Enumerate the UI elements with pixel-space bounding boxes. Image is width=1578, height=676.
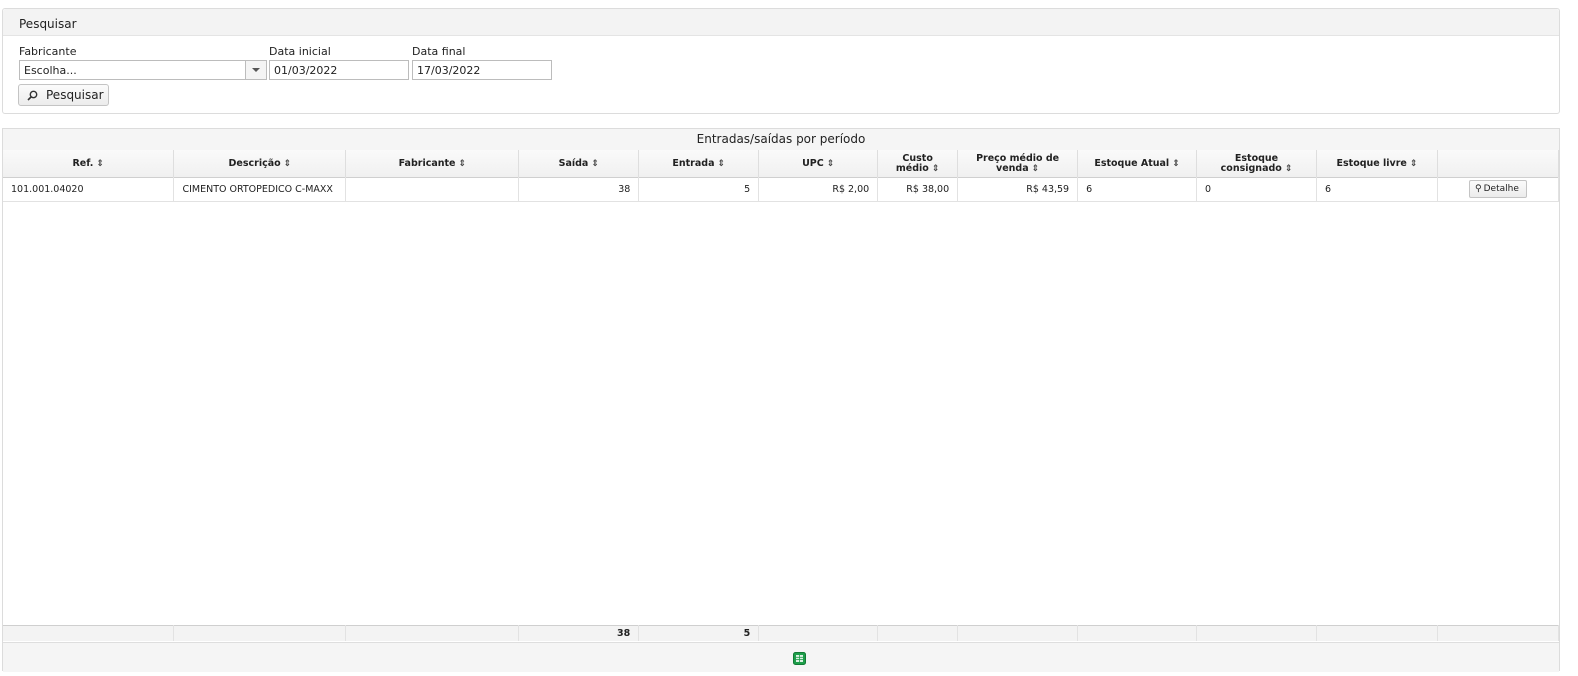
cell-actions: ⚲ Detalhe (1437, 177, 1560, 202)
column-header-upc[interactable]: UPC ⇕ (758, 150, 879, 178)
sort-icon: ⇕ (717, 158, 726, 169)
search-panel-title: Pesquisar (19, 17, 77, 31)
grid-caption: Entradas/saídas por período (3, 129, 1559, 151)
sort-icon: ⇕ (1172, 158, 1180, 169)
column-header-preco-medio[interactable]: Preço médio de venda ⇕ (957, 150, 1079, 178)
column-header-estoque-livre[interactable]: Estoque livre ⇕ (1316, 150, 1438, 178)
column-header-actions (1437, 150, 1560, 178)
movement-grid: Entradas/saídas por período Ref. ⇕ Descri… (2, 128, 1560, 672)
search-button-label: Pesquisar (46, 88, 104, 102)
column-header-custo-medio[interactable]: Custo médio ⇕ (877, 150, 959, 178)
total-entrada: 5 (638, 625, 760, 641)
column-header-estoque-consignado[interactable]: Estoque consignado ⇕ (1196, 150, 1317, 178)
sort-icon: ⇕ (1284, 163, 1293, 174)
search-icon: ⚲ (1475, 184, 1482, 194)
search-panel: Pesquisar Fabricante Data inicial Data f… (2, 8, 1560, 114)
sort-icon: ⇕ (591, 158, 599, 169)
start-date-value: 01/03/2022 (274, 64, 338, 77)
sort-icon: ⇕ (931, 163, 940, 174)
cell-preco-medio: R$ 43,59 (957, 177, 1079, 202)
manufacturer-select-value: Escolha... (24, 64, 77, 77)
end-date-label: Data final (412, 45, 466, 58)
column-header-descricao[interactable]: Descrição ⇕ (173, 150, 347, 178)
column-header-estoque-atual[interactable]: Estoque Atual ⇕ (1077, 150, 1198, 178)
detail-button[interactable]: ⚲ Detalhe (1469, 180, 1527, 198)
cell-descricao: CIMENTO ORTOPEDICO C-MAXX (173, 177, 347, 202)
start-date-input[interactable]: 01/03/2022 (269, 60, 409, 80)
table-row[interactable]: 101.001.04020 CIMENTO ORTOPEDICO C-MAXX … (3, 177, 1560, 202)
excel-export-icon[interactable] (793, 652, 806, 665)
end-date-input[interactable]: 17/03/2022 (412, 60, 552, 80)
sort-icon: ⇕ (96, 158, 104, 169)
column-header-ref[interactable]: Ref. ⇕ (3, 150, 175, 178)
search-icon (27, 90, 38, 101)
manufacturer-dropdown-trigger[interactable] (245, 61, 266, 79)
manufacturer-label: Fabricante (19, 45, 77, 58)
grid-footer: 38 5 (3, 625, 1560, 641)
detail-button-label: Detalhe (1483, 184, 1519, 194)
cell-estoque-livre: 6 (1316, 177, 1438, 202)
total-saida: 38 (518, 625, 640, 641)
chevron-down-icon (252, 68, 260, 72)
grid-pager (3, 642, 1559, 672)
manufacturer-select[interactable]: Escolha... (19, 60, 267, 80)
grid-body: 101.001.04020 CIMENTO ORTOPEDICO C-MAXX … (3, 177, 1560, 202)
column-header-fabricante[interactable]: Fabricante ⇕ (345, 150, 520, 178)
cell-entrada: 5 (638, 177, 760, 202)
cell-saida: 38 (518, 177, 640, 202)
search-panel-header (3, 9, 1559, 36)
cell-ref: 101.001.04020 (3, 177, 175, 202)
summary-row: 38 5 (3, 625, 1560, 641)
cell-custo-medio: R$ 38,00 (877, 177, 959, 202)
sort-icon: ⇕ (1409, 158, 1418, 169)
search-button[interactable]: Pesquisar (18, 84, 109, 106)
sort-icon: ⇕ (283, 158, 292, 169)
cell-estoque-consignado: 0 (1196, 177, 1317, 202)
end-date-value: 17/03/2022 (417, 64, 481, 77)
column-header-saida[interactable]: Saída ⇕ (518, 150, 640, 178)
sort-icon: ⇕ (458, 158, 467, 169)
sort-icon: ⇕ (1031, 163, 1040, 174)
cell-fabricante (345, 177, 520, 202)
start-date-label: Data inicial (269, 45, 331, 58)
sort-icon: ⇕ (826, 158, 835, 169)
cell-estoque-atual: 6 (1077, 177, 1198, 202)
column-header-entrada[interactable]: Entrada ⇕ (638, 150, 760, 178)
cell-upc: R$ 2,00 (758, 177, 879, 202)
grid-header: Ref. ⇕ Descrição ⇕ Fabricante ⇕ Saída ⇕ Entr… (3, 150, 1560, 178)
